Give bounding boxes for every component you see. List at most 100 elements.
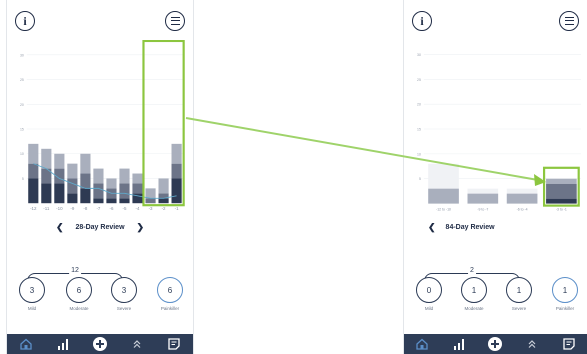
review-switcher: ❮ 84-Day Review	[428, 222, 587, 233]
x-tick-label: -3	[149, 206, 153, 211]
review-switcher: ❮ 28-Day Review ❯	[7, 222, 193, 233]
bar-segment	[80, 173, 91, 189]
stat-mild[interactable]: 3 Mild	[12, 277, 52, 311]
bar-segment	[54, 153, 65, 169]
bar-segment	[158, 198, 169, 204]
bar-segment	[41, 148, 52, 169]
stat-severe[interactable]: 1 Severe	[499, 277, 539, 311]
x-tick-label: -12	[30, 206, 37, 211]
bar-segment	[80, 188, 91, 204]
bar-chart-icon[interactable]	[54, 335, 72, 353]
chevron-left-icon[interactable]: ❮	[428, 222, 436, 233]
x-tick-label: -7	[96, 206, 100, 211]
chart-84-day: 5 10 15 20 25 30 -12 to -10 -9 to -7 -6 to -4 -3 …	[417, 53, 582, 212]
y-tick-label: 20	[20, 103, 24, 107]
y-tick-label: 5	[419, 177, 421, 181]
menu-icon[interactable]	[559, 11, 579, 31]
bar-segment	[41, 183, 52, 204]
add-icon[interactable]	[486, 335, 504, 353]
bar-segment	[546, 198, 577, 204]
y-tick-label: 10	[20, 152, 24, 156]
bar-segment	[28, 163, 39, 179]
group-total: 12	[69, 267, 81, 274]
bar-segment	[546, 178, 577, 184]
x-tick-label: -2	[162, 206, 166, 211]
bar-segment	[506, 193, 538, 204]
x-tick-label: -6	[109, 206, 113, 211]
bar-segment	[93, 198, 104, 204]
home-icon[interactable]	[17, 335, 35, 353]
y-tick-label: 30	[20, 53, 24, 57]
home-icon[interactable]	[413, 335, 431, 353]
bar-segment	[119, 183, 130, 199]
tab-bar	[7, 334, 193, 354]
y-tick-label: 20	[417, 103, 421, 107]
stat-moderate[interactable]: 1 Moderate	[454, 277, 494, 311]
chart-28-day: 5 10 15 20 25 30 -12 -11 -10 -9 -8 -7 -6 -5 -4 -3 -2 -1	[20, 40, 185, 211]
bar-segment	[546, 183, 577, 199]
bar-segment	[119, 198, 130, 204]
bar-segment	[80, 153, 91, 174]
menu-icon[interactable]	[165, 11, 185, 31]
bar-segment	[171, 178, 182, 204]
y-tick-label: 25	[20, 78, 24, 82]
x-tick-label: -3 to -1	[556, 208, 567, 212]
x-tick-label: -5	[123, 206, 127, 211]
stat-mild[interactable]: 0 Mild	[409, 277, 449, 311]
y-tick-label: 15	[20, 127, 24, 131]
chevrons-up-icon[interactable]	[128, 335, 146, 353]
info-icon[interactable]: i	[412, 11, 432, 31]
review-label: 28-Day Review	[75, 224, 125, 231]
bar-segment	[54, 183, 65, 204]
bar-segment	[106, 178, 117, 189]
x-tick-label: -12 to -10	[436, 208, 451, 212]
bar-segment	[67, 178, 78, 194]
group-total: 2	[468, 267, 476, 274]
y-tick-label: 10	[417, 152, 421, 156]
x-tick-label: -10	[56, 206, 63, 211]
bar-segment	[93, 183, 104, 199]
chevron-left-icon[interactable]: ❮	[56, 222, 64, 233]
stat-painkiller[interactable]: 6 Painkiller	[150, 277, 190, 311]
x-tick-label: -4	[136, 206, 140, 211]
bar-segment	[145, 198, 156, 204]
y-tick-label: 25	[417, 78, 421, 82]
bar-segment	[67, 163, 78, 179]
bar-segment	[171, 163, 182, 179]
x-tick-label: -6 to -4	[517, 208, 528, 212]
bar-segment	[67, 193, 78, 204]
add-icon[interactable]	[91, 335, 109, 353]
stat-moderate[interactable]: 6 Moderate	[59, 277, 99, 311]
note-icon[interactable]	[165, 335, 183, 353]
x-tick-label: -8	[83, 206, 87, 211]
y-tick-label: 5	[22, 177, 24, 181]
chevron-right-icon[interactable]: ❯	[137, 222, 145, 233]
x-tick-label: -1	[175, 206, 179, 211]
bar-segment	[28, 178, 39, 204]
bar-chart-icon[interactable]	[450, 335, 468, 353]
stat-painkiller[interactable]: 1 Painkiller	[545, 277, 585, 311]
bar-segment	[119, 168, 130, 184]
bar-segment	[106, 198, 117, 204]
x-tick-label: -9	[70, 206, 74, 211]
bar-segment	[171, 143, 182, 164]
review-label: 84-Day Review	[445, 224, 495, 231]
bar-segment	[145, 188, 156, 199]
x-tick-label: -9 to -7	[477, 208, 488, 212]
note-icon[interactable]	[560, 335, 578, 353]
info-icon[interactable]: i	[15, 11, 35, 31]
bar-segment	[428, 188, 459, 204]
stat-severe[interactable]: 3 Severe	[104, 277, 144, 311]
bar-segment	[467, 193, 499, 204]
bar-segment	[158, 178, 169, 194]
y-tick-label: 30	[417, 53, 421, 57]
screen-28-day: i 5 10 15 20 25 30 -12 -11 -10 -9 -8 -7 -6 -5 -4 -3 -2 -1…	[6, 0, 194, 354]
bar-segment	[132, 183, 143, 194]
bar-segment	[132, 173, 143, 184]
chevrons-up-icon[interactable]	[523, 335, 541, 353]
y-tick-label: 15	[417, 127, 421, 131]
screen-84-day: i 5 10 15 20 25 30 -12 to -10 -9 to -7 -6 to -4 -…	[403, 0, 587, 354]
bar-segment	[28, 143, 39, 164]
tab-bar	[404, 334, 587, 354]
x-tick-label: -11	[43, 206, 50, 211]
